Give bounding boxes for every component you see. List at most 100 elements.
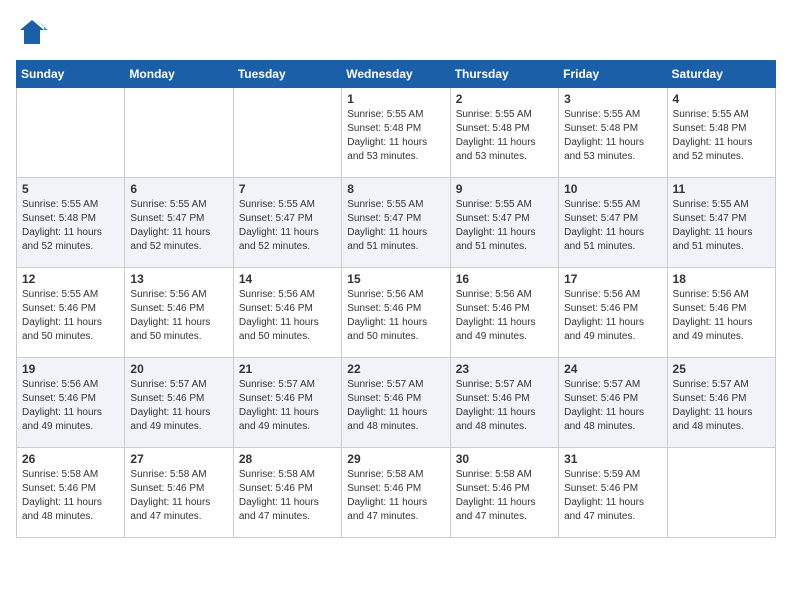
day-info: Sunrise: 5:56 AM Sunset: 5:46 PM Dayligh… bbox=[130, 288, 227, 344]
calendar-cell: 6 Sunrise: 5:55 AM Sunset: 5:47 PM Daylig… bbox=[125, 178, 233, 268]
day-number: 30 bbox=[456, 452, 553, 466]
calendar-cell: 11Sunrise: 5:55 AM Sunset: 5:47 PM Dayli… bbox=[667, 178, 775, 268]
day-number: 11 bbox=[673, 182, 770, 196]
day-info: Sunrise: 5:55 AM Sunset: 5:47 PM Dayligh… bbox=[564, 198, 661, 254]
day-number: 2 bbox=[456, 92, 553, 106]
day-number: 8 bbox=[347, 182, 444, 196]
day-info: Sunrise: 5:55 AM Sunset: 5:47 PM Dayligh… bbox=[239, 198, 336, 254]
day-info: Sunrise: 5:55 AM Sunset: 5:48 PM Dayligh… bbox=[456, 108, 553, 164]
calendar-cell: 9 Sunrise: 5:55 AM Sunset: 5:47 PM Daylig… bbox=[450, 178, 558, 268]
day-number: 25 bbox=[673, 362, 770, 376]
calendar-cell: 4 Sunrise: 5:55 AM Sunset: 5:48 PM Daylig… bbox=[667, 88, 775, 178]
calendar-cell: 30 Sunrise: 5:58 AM Sunset: 5:46 PM Dayli… bbox=[450, 448, 558, 538]
day-info: Sunrise: 5:59 AM Sunset: 5:46 PM Dayligh… bbox=[564, 468, 661, 524]
calendar-cell: 13 Sunrise: 5:56 AM Sunset: 5:46 PM Dayli… bbox=[125, 268, 233, 358]
day-number: 13 bbox=[130, 272, 227, 286]
calendar-cell: 27 Sunrise: 5:58 AM Sunset: 5:46 PM Dayli… bbox=[125, 448, 233, 538]
day-number: 28 bbox=[239, 452, 336, 466]
day-info: Sunrise: 5:56 AM Sunset: 5:46 PM Dayligh… bbox=[22, 378, 119, 434]
calendar-cell: 29 Sunrise: 5:58 AM Sunset: 5:46 PM Dayli… bbox=[342, 448, 450, 538]
day-info: Sunrise: 5:57 AM Sunset: 5:46 PM Dayligh… bbox=[673, 378, 770, 434]
calendar-cell bbox=[233, 88, 341, 178]
day-number: 29 bbox=[347, 452, 444, 466]
logo bbox=[16, 16, 52, 48]
day-number: 14 bbox=[239, 272, 336, 286]
day-info: Sunrise: 5:55 AM Sunset: 5:48 PM Dayligh… bbox=[347, 108, 444, 164]
calendar-cell: 3Sunrise: 5:55 AM Sunset: 5:48 PM Daylig… bbox=[559, 88, 667, 178]
day-number: 24 bbox=[564, 362, 661, 376]
calendar-cell: 28 Sunrise: 5:58 AM Sunset: 5:46 PM Dayli… bbox=[233, 448, 341, 538]
calendar-cell: 12Sunrise: 5:55 AM Sunset: 5:46 PM Dayli… bbox=[17, 268, 125, 358]
day-info: Sunrise: 5:57 AM Sunset: 5:46 PM Dayligh… bbox=[564, 378, 661, 434]
day-info: Sunrise: 5:55 AM Sunset: 5:47 PM Dayligh… bbox=[347, 198, 444, 254]
calendar-cell: 25 Sunrise: 5:57 AM Sunset: 5:46 PM Dayli… bbox=[667, 358, 775, 448]
calendar-cell: 15Sunrise: 5:56 AM Sunset: 5:46 PM Dayli… bbox=[342, 268, 450, 358]
calendar-cell: 23 Sunrise: 5:57 AM Sunset: 5:46 PM Dayli… bbox=[450, 358, 558, 448]
weekday-header: Thursday bbox=[450, 61, 558, 88]
day-info: Sunrise: 5:55 AM Sunset: 5:47 PM Dayligh… bbox=[130, 198, 227, 254]
calendar-cell: 26Sunrise: 5:58 AM Sunset: 5:46 PM Dayli… bbox=[17, 448, 125, 538]
calendar-cell: 17 Sunrise: 5:56 AM Sunset: 5:46 PM Dayli… bbox=[559, 268, 667, 358]
day-number: 9 bbox=[456, 182, 553, 196]
page-header bbox=[16, 16, 776, 48]
day-number: 22 bbox=[347, 362, 444, 376]
day-number: 6 bbox=[130, 182, 227, 196]
calendar-cell bbox=[667, 448, 775, 538]
day-info: Sunrise: 5:58 AM Sunset: 5:46 PM Dayligh… bbox=[130, 468, 227, 524]
day-info: Sunrise: 5:58 AM Sunset: 5:46 PM Dayligh… bbox=[347, 468, 444, 524]
weekday-header: Monday bbox=[125, 61, 233, 88]
calendar-cell bbox=[125, 88, 233, 178]
calendar-cell bbox=[17, 88, 125, 178]
day-info: Sunrise: 5:56 AM Sunset: 5:46 PM Dayligh… bbox=[456, 288, 553, 344]
calendar-cell: 24 Sunrise: 5:57 AM Sunset: 5:46 PM Dayli… bbox=[559, 358, 667, 448]
day-info: Sunrise: 5:56 AM Sunset: 5:46 PM Dayligh… bbox=[564, 288, 661, 344]
weekday-header: Tuesday bbox=[233, 61, 341, 88]
day-info: Sunrise: 5:56 AM Sunset: 5:46 PM Dayligh… bbox=[673, 288, 770, 344]
weekday-header: Saturday bbox=[667, 61, 775, 88]
day-number: 31 bbox=[564, 452, 661, 466]
day-info: Sunrise: 5:55 AM Sunset: 5:47 PM Dayligh… bbox=[456, 198, 553, 254]
logo-icon bbox=[16, 16, 48, 48]
day-info: Sunrise: 5:55 AM Sunset: 5:48 PM Dayligh… bbox=[673, 108, 770, 164]
day-number: 10 bbox=[564, 182, 661, 196]
calendar-cell: 18 Sunrise: 5:56 AM Sunset: 5:46 PM Dayli… bbox=[667, 268, 775, 358]
day-info: Sunrise: 5:57 AM Sunset: 5:46 PM Dayligh… bbox=[456, 378, 553, 434]
day-info: Sunrise: 5:58 AM Sunset: 5:46 PM Dayligh… bbox=[239, 468, 336, 524]
calendar-cell: 8 Sunrise: 5:55 AM Sunset: 5:47 PM Daylig… bbox=[342, 178, 450, 268]
calendar-cell: 14 Sunrise: 5:56 AM Sunset: 5:46 PM Dayli… bbox=[233, 268, 341, 358]
day-info: Sunrise: 5:56 AM Sunset: 5:46 PM Dayligh… bbox=[239, 288, 336, 344]
calendar-cell: 5 Sunrise: 5:55 AM Sunset: 5:48 PM Daylig… bbox=[17, 178, 125, 268]
day-info: Sunrise: 5:57 AM Sunset: 5:46 PM Dayligh… bbox=[130, 378, 227, 434]
day-number: 20 bbox=[130, 362, 227, 376]
day-number: 19 bbox=[22, 362, 119, 376]
day-number: 5 bbox=[22, 182, 119, 196]
day-number: 12 bbox=[22, 272, 119, 286]
day-number: 17 bbox=[564, 272, 661, 286]
calendar-cell: 22 Sunrise: 5:57 AM Sunset: 5:46 PM Dayli… bbox=[342, 358, 450, 448]
day-info: Sunrise: 5:56 AM Sunset: 5:46 PM Dayligh… bbox=[347, 288, 444, 344]
day-info: Sunrise: 5:57 AM Sunset: 5:46 PM Dayligh… bbox=[347, 378, 444, 434]
day-number: 7 bbox=[239, 182, 336, 196]
day-number: 23 bbox=[456, 362, 553, 376]
day-info: Sunrise: 5:55 AM Sunset: 5:48 PM Dayligh… bbox=[564, 108, 661, 164]
calendar-cell: 16 Sunrise: 5:56 AM Sunset: 5:46 PM Dayli… bbox=[450, 268, 558, 358]
weekday-header: Wednesday bbox=[342, 61, 450, 88]
day-number: 1 bbox=[347, 92, 444, 106]
calendar-cell: 7 Sunrise: 5:55 AM Sunset: 5:47 PM Daylig… bbox=[233, 178, 341, 268]
day-number: 18 bbox=[673, 272, 770, 286]
calendar-cell: 2 Sunrise: 5:55 AM Sunset: 5:48 PM Daylig… bbox=[450, 88, 558, 178]
day-info: Sunrise: 5:58 AM Sunset: 5:46 PM Dayligh… bbox=[456, 468, 553, 524]
day-number: 16 bbox=[456, 272, 553, 286]
calendar-cell: 21Sunrise: 5:57 AM Sunset: 5:46 PM Dayli… bbox=[233, 358, 341, 448]
weekday-header: Sunday bbox=[17, 61, 125, 88]
day-number: 27 bbox=[130, 452, 227, 466]
day-number: 26 bbox=[22, 452, 119, 466]
calendar-cell: 31 Sunrise: 5:59 AM Sunset: 5:46 PM Dayli… bbox=[559, 448, 667, 538]
day-number: 4 bbox=[673, 92, 770, 106]
day-info: Sunrise: 5:55 AM Sunset: 5:48 PM Dayligh… bbox=[22, 198, 119, 254]
calendar-table: SundayMondayTuesdayWednesdayThursdayFrid… bbox=[16, 60, 776, 538]
calendar-header: SundayMondayTuesdayWednesdayThursdayFrid… bbox=[17, 61, 776, 88]
day-number: 21 bbox=[239, 362, 336, 376]
calendar-cell: 20 Sunrise: 5:57 AM Sunset: 5:46 PM Dayli… bbox=[125, 358, 233, 448]
calendar-cell: 19 Sunrise: 5:56 AM Sunset: 5:46 PM Dayli… bbox=[17, 358, 125, 448]
